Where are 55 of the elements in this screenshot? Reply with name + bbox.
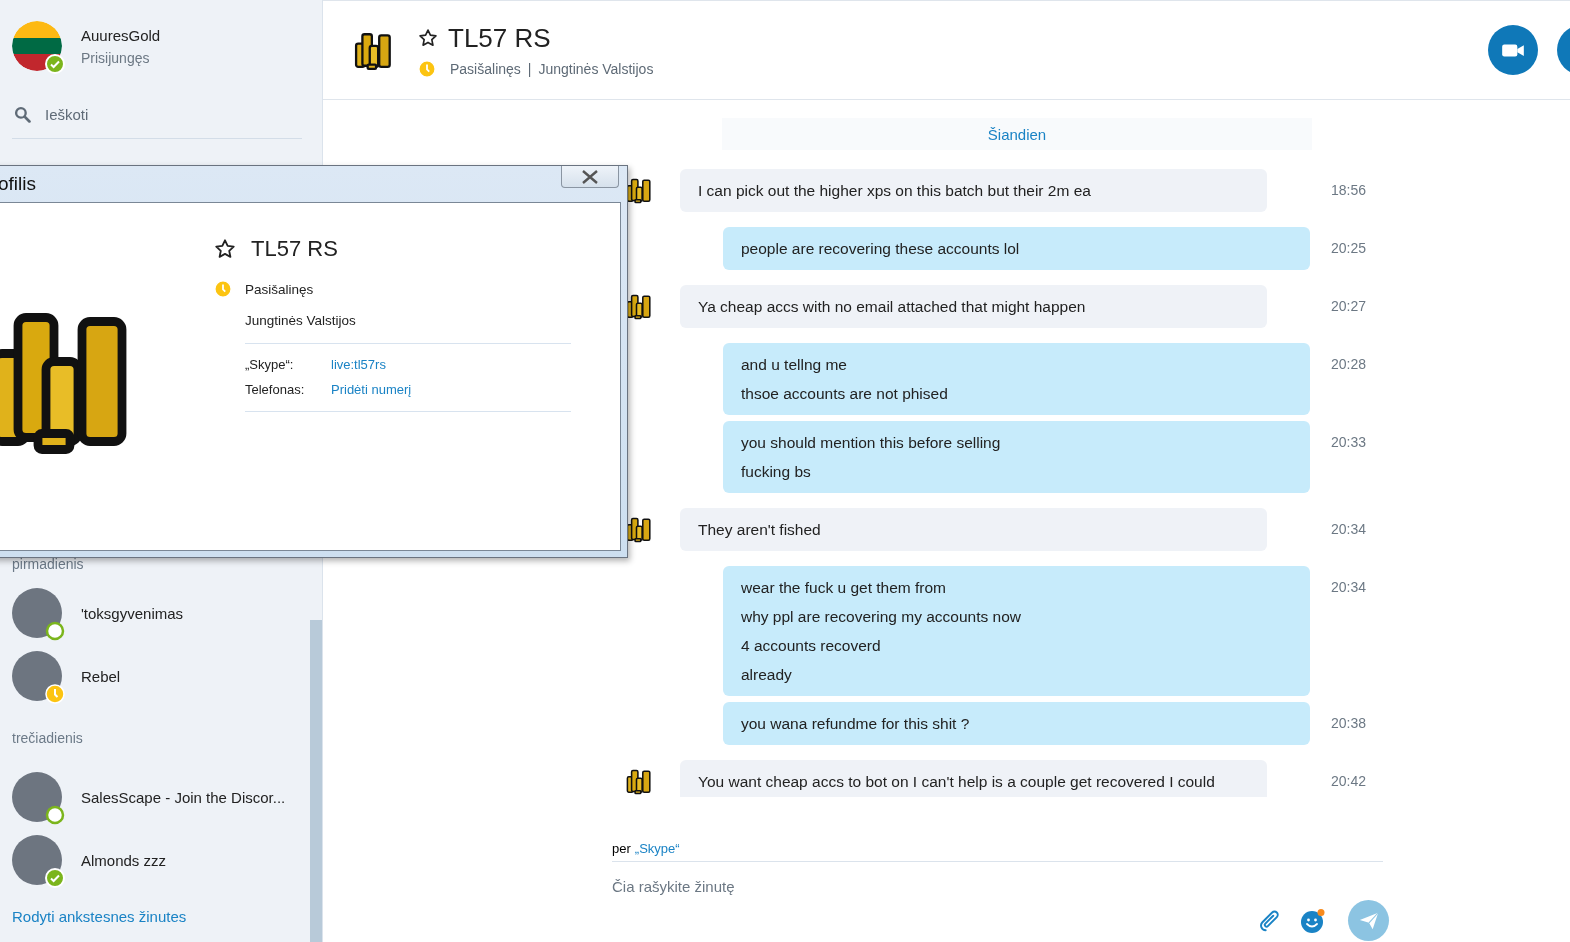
message-time: 20:33 xyxy=(1331,433,1366,450)
message-time: 20:42 xyxy=(1331,772,1366,789)
message-time: 20:38 xyxy=(1331,714,1366,731)
contact-item[interactable]: 'toksgyvenimas xyxy=(12,588,308,638)
contact-item[interactable]: SalesScape - Join the Discor... xyxy=(12,772,308,822)
account-status: Prisijungęs xyxy=(81,49,151,66)
favorite-star-icon[interactable] xyxy=(214,238,236,260)
profile-name: TL57 RS xyxy=(251,236,338,262)
video-call-button[interactable] xyxy=(1488,25,1538,75)
contact-item[interactable]: Rebel xyxy=(12,651,308,701)
date-group-label: trečiadienis xyxy=(12,730,84,748)
contact-location: Jungtinės Valstijos xyxy=(538,60,654,77)
date-divider: Šiandien xyxy=(987,125,1047,143)
photo-placeholder xyxy=(12,772,62,822)
message-bubble: you should mention this before selling fucking bs xyxy=(723,421,1310,493)
message-time: 20:25 xyxy=(1331,239,1366,256)
close-icon xyxy=(580,169,600,184)
field-label: Telefonas: xyxy=(245,382,306,397)
profile-location: Jungtinės Valstijos xyxy=(245,313,357,328)
message-time: 20:28 xyxy=(1331,355,1366,372)
message-bubble: people are recovering these accounts lol xyxy=(723,227,1310,270)
message-bubble: and u tellng me thsoe accounts are not phised xyxy=(723,343,1310,415)
profile-status: Pasišalinęs xyxy=(245,281,314,297)
field-link[interactable]: Pridėti numerį xyxy=(331,382,412,397)
photo-placeholder xyxy=(12,835,62,885)
close-button[interactable] xyxy=(561,166,619,188)
service-link[interactable]: „Skype“ xyxy=(634,841,680,856)
search-field[interactable]: Ieškoti xyxy=(43,105,247,124)
via-label: per xyxy=(612,841,631,856)
scrollbar[interactable] xyxy=(310,620,322,942)
message-bubble: you wana refundme for this shit ? xyxy=(723,702,1310,745)
message-bubble: You want cheap accs to bot on I can't help is a couple get recovered I could xyxy=(680,760,1267,797)
message-time: 20:27 xyxy=(1331,297,1366,314)
contact-status: Pasišalinęs xyxy=(450,60,521,77)
field-link[interactable]: live:tl57rs xyxy=(331,357,386,372)
date-group-label: pirmadienis xyxy=(12,556,85,574)
contact-item[interactable]: Almonds zzz xyxy=(12,835,308,885)
message-bubble: Ya cheap accs with no email attached that might happen xyxy=(680,285,1267,328)
message-time: 18:56 xyxy=(1331,181,1366,198)
search-icon xyxy=(14,106,31,123)
favorite-star-icon[interactable] xyxy=(418,28,438,48)
message-bubble: I can pick out the higher xps on this batch but their 2m ea xyxy=(680,169,1267,212)
field-label: „Skype“: xyxy=(245,357,295,372)
coin-stack-icon xyxy=(626,767,654,795)
separator: | xyxy=(527,60,532,77)
emoji-icon[interactable] xyxy=(1300,907,1326,934)
show-older-link[interactable]: Rodyti ankstesnes žinutes xyxy=(12,908,187,925)
contact-name: TL57 RS xyxy=(448,22,551,54)
photo-placeholder xyxy=(12,651,62,701)
message-bubble: wear the fuck u get them from why ppl are recovering my accounts now 4 accounts recoverd already xyxy=(723,566,1310,696)
message-time: 20:34 xyxy=(1331,520,1366,537)
account-name: AuuresGold xyxy=(81,26,161,44)
message-time: 20:34 xyxy=(1331,578,1366,595)
photo-placeholder xyxy=(12,588,62,638)
message-bubble: They aren't fished xyxy=(680,508,1267,551)
